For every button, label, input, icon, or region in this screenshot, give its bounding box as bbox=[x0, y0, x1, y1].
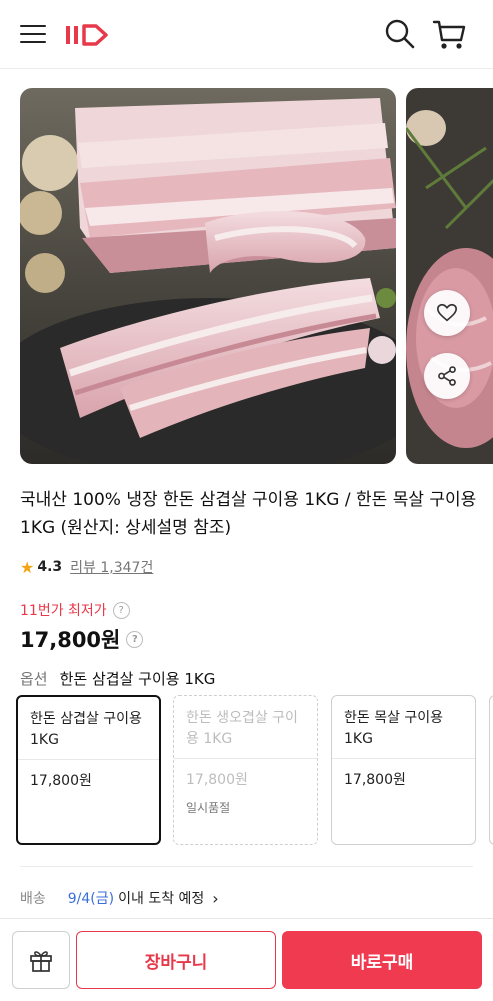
option-name: 한돈 생오겹살 구이용 1KG bbox=[186, 710, 298, 747]
option-name: 한돈 목살 구이용 1KG bbox=[344, 710, 444, 747]
option-divider bbox=[174, 758, 317, 759]
search-icon[interactable] bbox=[384, 18, 416, 50]
gift-button[interactable] bbox=[12, 931, 70, 989]
help-icon[interactable]: ? bbox=[112, 601, 130, 619]
star-icon: ★ bbox=[20, 557, 35, 577]
product-image-pork-belly bbox=[20, 88, 396, 464]
review-count-link[interactable]: 리뷰 1,347건 bbox=[70, 557, 153, 577]
chevron-right-icon: › bbox=[212, 888, 219, 908]
product-rating: ★ 4.3 리뷰 1,347건 bbox=[20, 556, 153, 578]
section-divider bbox=[20, 866, 473, 867]
app-header bbox=[0, 0, 493, 69]
option-card[interactable]: 한돈 삼겹살 구이용 1KG 17,800원 bbox=[16, 695, 161, 845]
option-price: 17,800원 bbox=[186, 772, 248, 788]
product-price: 17,800원 ? bbox=[20, 624, 144, 654]
selected-option-row: 옵션 한돈 삼겹살 구이용 1KG bbox=[20, 668, 215, 689]
add-to-cart-button[interactable]: 장바구니 bbox=[76, 931, 276, 989]
option-name: 한돈 삼겹살 구이용 1KG bbox=[30, 711, 142, 748]
option-card[interactable]: 한돈 목살 구이용 1KG 17,800원 bbox=[331, 695, 476, 845]
gift-icon bbox=[30, 951, 52, 972]
heart-icon bbox=[437, 303, 457, 322]
buy-now-button[interactable]: 바로구매 bbox=[282, 931, 482, 989]
delivery-info[interactable]: 배송 9/4(금) 이내 도착 예정 › bbox=[20, 888, 219, 908]
hamburger-menu-icon[interactable] bbox=[20, 22, 46, 46]
product-title: 국내산 100% 냉장 한돈 삼겹살 구이용 1KG / 한돈 목살 구이용 1… bbox=[20, 490, 477, 538]
delivery-date: 9/4(금) bbox=[67, 891, 115, 907]
rating-score: 4.3 bbox=[37, 559, 63, 575]
product-image-pork-neck bbox=[406, 88, 493, 464]
product-image-gallery[interactable]: 1 / 2 bbox=[20, 88, 493, 464]
soldout-badge: 일시품절 bbox=[186, 801, 231, 815]
lowest-price-text: 11번가 최저가 bbox=[20, 603, 107, 619]
help-icon[interactable]: ? bbox=[126, 630, 144, 648]
option-divider bbox=[18, 759, 159, 760]
share-button[interactable] bbox=[424, 353, 470, 399]
selected-option-value: 한돈 삼겹살 구이용 1KG bbox=[59, 670, 216, 688]
lowest-price-label: 11번가 최저가 ? bbox=[20, 600, 130, 620]
option-divider bbox=[332, 758, 475, 759]
delivery-label: 배송 bbox=[20, 891, 46, 907]
option-card[interactable]: 한돈 생오겹살 구이용 1KG 17,800원 일시품절 bbox=[173, 695, 318, 845]
delivery-text: 이내 도착 예정 bbox=[118, 891, 205, 907]
option-price: 17,800원 bbox=[344, 772, 406, 788]
wishlist-button[interactable] bbox=[424, 290, 470, 336]
bottom-action-bar: 장바구니 바로구매 bbox=[0, 918, 493, 1001]
option-price: 17,800원 bbox=[30, 773, 92, 789]
cart-icon[interactable] bbox=[432, 18, 466, 52]
price-text: 17,800원 bbox=[20, 628, 121, 652]
option-card-partial[interactable] bbox=[489, 695, 493, 845]
option-label: 옵션 bbox=[20, 670, 48, 688]
brand-logo[interactable] bbox=[64, 20, 112, 50]
share-icon bbox=[438, 366, 456, 386]
